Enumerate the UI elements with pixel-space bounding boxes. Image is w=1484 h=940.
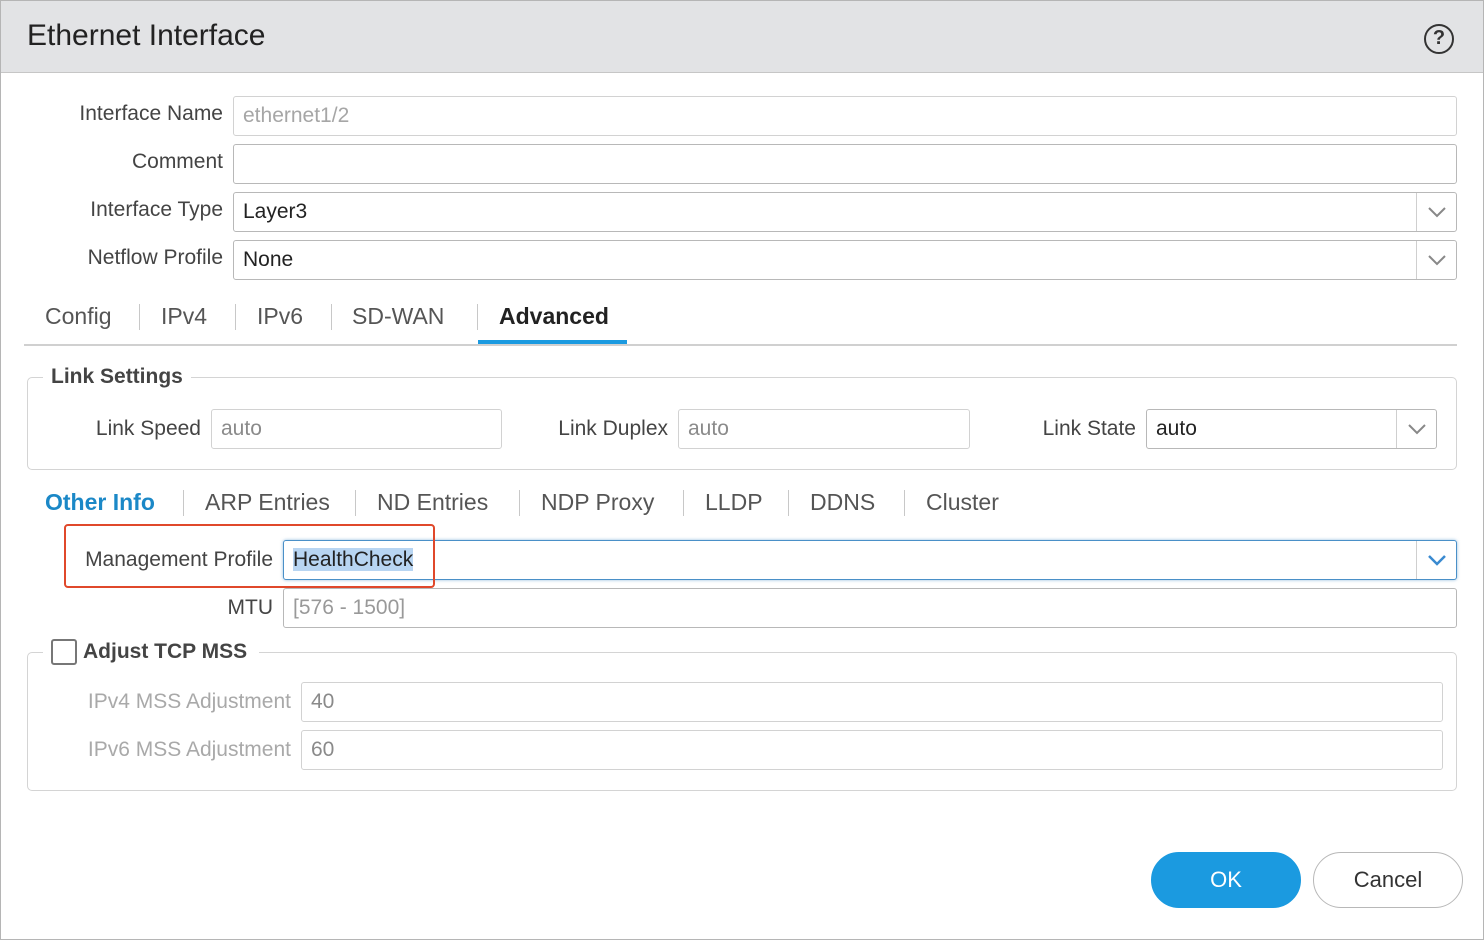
chevron-down-icon[interactable] <box>1416 193 1456 231</box>
chevron-down-icon[interactable] <box>1396 410 1436 448</box>
netflow-profile-label: Netflow Profile <box>87 246 223 269</box>
question-circle-icon[interactable]: ? <box>1424 24 1454 54</box>
comment-input[interactable] <box>233 144 1457 184</box>
adjust-tcp-mss-checkbox[interactable] <box>51 639 77 665</box>
dialog-titlebar: Ethernet Interface ? <box>1 1 1483 73</box>
management-profile-select[interactable]: HealthCheck <box>283 540 1457 580</box>
link-state-select[interactable]: auto <box>1146 409 1437 449</box>
subtab-cluster[interactable]: Cluster <box>926 489 999 516</box>
ipv4-mss-field: 40 <box>301 682 1443 722</box>
highlight-annotation-box <box>64 524 435 588</box>
ipv4-mss-label: IPv4 MSS Adjustment <box>87 690 291 713</box>
interface-type-label: Interface Type <box>90 198 223 221</box>
netflow-profile-select[interactable]: None <box>233 240 1457 280</box>
link-duplex-field: auto <box>678 409 970 449</box>
subtab-separator <box>683 490 684 516</box>
interface-name-field: ethernet1/2 <box>233 96 1457 136</box>
tab-advanced[interactable]: Advanced <box>499 303 609 330</box>
dialog-title: Ethernet Interface <box>27 19 266 52</box>
netflow-profile-value: None <box>243 248 294 271</box>
subtab-separator <box>183 490 184 516</box>
subtab-separator <box>519 490 520 516</box>
subtab-separator <box>788 490 789 516</box>
cancel-button[interactable]: Cancel <box>1313 852 1463 908</box>
interface-name-label: Interface Name <box>79 102 223 125</box>
subtab-ddns[interactable]: DDNS <box>810 489 875 516</box>
link-state-value: auto <box>1156 417 1197 440</box>
subtab-separator <box>355 490 356 516</box>
subtab-nd-entries[interactable]: ND Entries <box>377 489 488 516</box>
tab-ipv4[interactable]: IPv4 <box>161 303 207 330</box>
subtab-ndp-proxy[interactable]: NDP Proxy <box>541 489 654 516</box>
adjust-tcp-mss-title: Adjust TCP MSS <box>83 640 248 663</box>
comment-label: Comment <box>131 150 223 173</box>
interface-type-value: Layer3 <box>243 200 308 223</box>
interface-type-select[interactable]: Layer3 <box>233 192 1457 232</box>
tab-separator <box>477 304 478 330</box>
subtab-arp-entries[interactable]: ARP Entries <box>205 489 330 516</box>
subtab-lldp[interactable]: LLDP <box>705 489 763 516</box>
subtab-separator <box>904 490 905 516</box>
tab-sd-wan[interactable]: SD-WAN <box>352 303 444 330</box>
tab-separator <box>139 304 140 330</box>
subtab-other-info[interactable]: Other Info <box>45 489 155 516</box>
tab-separator <box>331 304 332 330</box>
link-speed-field: auto <box>211 409 502 449</box>
chevron-down-icon[interactable] <box>1416 241 1456 279</box>
link-state-label: Link State <box>1042 417 1136 440</box>
tab-separator <box>235 304 236 330</box>
link-settings-title: Link Settings <box>43 365 191 389</box>
chevron-down-icon[interactable] <box>1416 541 1456 579</box>
tab-ipv6[interactable]: IPv6 <box>257 303 303 330</box>
tcp-mss-legend: Adjust TCP MSS <box>43 637 259 669</box>
mtu-input[interactable]: [576 - 1500] <box>283 588 1457 628</box>
ipv6-mss-label: IPv6 MSS Adjustment <box>87 738 291 761</box>
tab-config[interactable]: Config <box>45 303 111 330</box>
tabs-divider <box>24 344 1457 346</box>
link-duplex-label: Link Duplex <box>558 417 668 440</box>
mtu-label: MTU <box>227 596 274 619</box>
link-speed-label: Link Speed <box>95 417 201 440</box>
ipv6-mss-field: 60 <box>301 730 1443 770</box>
ok-button[interactable]: OK <box>1151 852 1301 908</box>
ethernet-interface-dialog: Ethernet Interface ? Interface Name ethe… <box>0 0 1484 940</box>
